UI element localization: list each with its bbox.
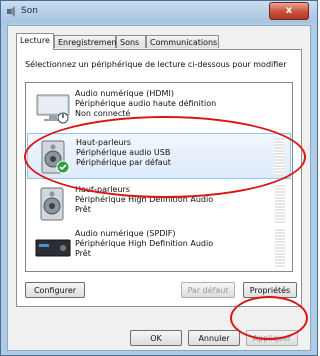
configure-button[interactable]: Configurer (25, 282, 85, 298)
device-text: Audio numérique (HDMI) Périphérique audi… (75, 89, 216, 119)
device-item-hd-speakers[interactable]: Haut-parleurs Périphérique High Definiti… (27, 181, 291, 227)
window-title: Son (21, 6, 38, 16)
device-status: Non connecté (75, 109, 131, 118)
device-name: Haut-parleurs (76, 138, 131, 147)
tab-enregistrement[interactable]: Enregistrement (54, 35, 120, 48)
device-name: Haut-parleurs (75, 185, 130, 194)
speaker-icon (41, 140, 70, 174)
device-name: Audio numérique (SPDIF) (75, 229, 176, 238)
properties-button[interactable]: Propriétés (243, 282, 297, 298)
ok-button[interactable]: OK (130, 330, 182, 346)
device-item-hdmi[interactable]: Audio numérique (HDMI) Périphérique audi… (27, 85, 291, 131)
level-meter (275, 185, 285, 223)
device-status: Périphérique par défaut (76, 158, 171, 167)
device-item-spdif[interactable]: Audio numérique (SPDIF) Périphérique Hig… (27, 225, 291, 271)
device-name: Audio numérique (HDMI) (75, 89, 174, 98)
speaker-icon (7, 6, 15, 17)
close-button[interactable]: x (269, 2, 309, 20)
device-list[interactable]: Audio numérique (HDMI) Périphérique audi… (25, 82, 293, 272)
hdmi-monitor-icon (36, 94, 70, 124)
device-description: Périphérique audio USB (76, 148, 171, 157)
playback-panel: Sélectionnez un périphérique de lecture … (16, 49, 302, 307)
device-text: Audio numérique (SPDIF) Périphérique Hig… (75, 229, 213, 259)
instruction-text: Sélectionnez un périphérique de lecture … (25, 60, 287, 69)
device-description: Périphérique audio haute définition (75, 99, 217, 108)
apply-button[interactable]: Appliquer (246, 330, 298, 346)
device-text: Haut-parleurs Périphérique High Definiti… (75, 185, 213, 215)
tab-communications[interactable]: Communications (146, 35, 219, 48)
level-meter (274, 138, 284, 176)
title-bar[interactable]: Son x (1, 1, 317, 23)
device-status: Prêt (75, 205, 91, 214)
spdif-receiver-icon (35, 239, 71, 257)
tab-sons[interactable]: Sons (116, 35, 146, 48)
device-item-usb-speakers[interactable]: Haut-parleurs Périphérique audio USB Pér… (27, 133, 291, 179)
speaker-icon (40, 187, 64, 221)
level-meter (275, 229, 285, 267)
sound-dialog: Son x Lecture Enregistrement Sons Commun… (0, 0, 318, 356)
device-description: Périphérique High Definition Audio (75, 195, 214, 204)
tab-lecture[interactable]: Lecture (16, 33, 54, 50)
dialog-content: Lecture Enregistrement Sons Communicatio… (7, 25, 311, 351)
set-default-button[interactable]: Par défaut (181, 282, 235, 298)
device-status: Prêt (75, 249, 91, 258)
device-text: Haut-parleurs Périphérique audio USB Pér… (76, 138, 171, 168)
device-description: Périphérique High Definition Audio (75, 239, 214, 248)
cancel-button[interactable]: Annuler (188, 330, 240, 346)
